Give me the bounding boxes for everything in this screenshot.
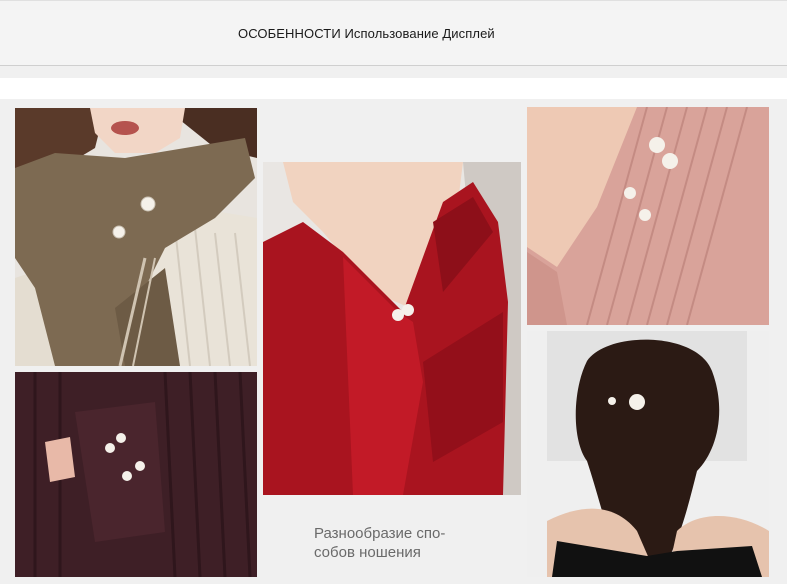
caption-line-2: собов ношения bbox=[314, 544, 421, 561]
photo-red-dress-pin bbox=[263, 162, 521, 495]
caption-variety: Разнообразие спо- собов ношения bbox=[314, 524, 504, 562]
caption-line-1: Разнообразие спо- bbox=[314, 525, 446, 542]
photo-cuff-pins bbox=[15, 372, 257, 577]
photo-pink-top-pins bbox=[527, 107, 769, 325]
photo-scarf-pins bbox=[15, 108, 257, 366]
header-shadow-strip bbox=[0, 66, 787, 78]
header-title: ОСОБЕННОСТИ Использование Дисплей bbox=[238, 26, 495, 41]
photo-hair-pin bbox=[527, 331, 769, 577]
page-header: ОСОБЕННОСТИ Использование Дисплей bbox=[0, 0, 787, 66]
